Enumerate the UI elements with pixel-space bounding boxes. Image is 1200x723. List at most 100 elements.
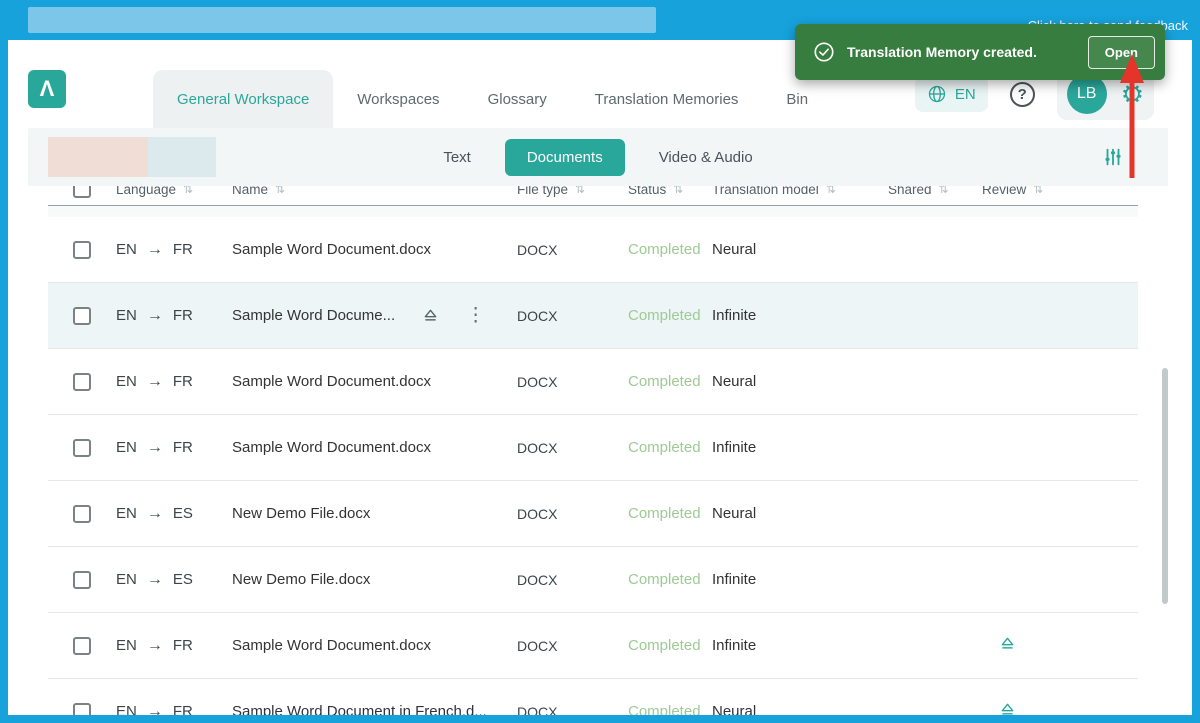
table-row[interactable]: EN → ES New Demo File.docx ⋮ DOCX Comple…: [48, 481, 1138, 547]
table-row[interactable]: EN → FR Sample Word Document in French.d…: [48, 679, 1138, 715]
target-language: ES: [173, 505, 193, 522]
toast-open-button[interactable]: Open: [1088, 36, 1155, 69]
name-cell: Sample Word Document.docx ⋮: [232, 637, 517, 654]
app-logo: Λ: [28, 70, 66, 108]
content-tab-label: Text: [443, 149, 471, 166]
row-checkbox[interactable]: [73, 703, 91, 716]
table-row[interactable]: EN → FR Sample Word Document.docx ⋮ DOCX…: [48, 217, 1138, 283]
row-checkbox[interactable]: [73, 241, 91, 259]
file-type: DOCX: [517, 704, 628, 716]
table-row[interactable]: EN → FR Sample Word Document.docx ⋮ DOCX…: [48, 349, 1138, 415]
user-avatar[interactable]: LB: [1067, 74, 1107, 114]
scrollbar-thumb[interactable]: [1162, 368, 1168, 604]
sort-icon[interactable]: ⇅: [673, 186, 683, 196]
column-header-label: Language: [116, 186, 176, 197]
name-cell: Sample Word Docume... ⋮: [232, 306, 517, 325]
column-header-status[interactable]: Status ⇅: [628, 186, 712, 197]
document-name: Sample Word Document.docx: [232, 439, 431, 456]
select-all-checkbox[interactable]: [73, 186, 91, 198]
globe-icon: [927, 84, 947, 104]
redacted-block: [148, 137, 216, 177]
sort-icon[interactable]: ⇅: [1033, 186, 1043, 196]
translation-model: Neural: [712, 505, 888, 522]
content-tab-label: Documents: [527, 149, 603, 166]
translation-model: Infinite: [712, 439, 888, 456]
table-row[interactable]: EN → FR Sample Word Docume... ⋮ DOCX Com…: [48, 283, 1138, 349]
sort-icon[interactable]: ⇅: [826, 186, 836, 196]
row-checkbox[interactable]: [73, 637, 91, 655]
toast-message: Translation Memory created.: [847, 44, 1088, 60]
content-tab-documents[interactable]: Documents: [505, 139, 625, 176]
column-header-shared[interactable]: Shared ⇅: [888, 186, 982, 197]
source-language: EN: [116, 505, 137, 522]
table-row[interactable]: EN → ES New Demo File.docx ⋮ DOCX Comple…: [48, 547, 1138, 613]
row-checkbox[interactable]: [73, 307, 91, 325]
column-header-name[interactable]: Name ⇅: [232, 186, 517, 197]
language-selector[interactable]: EN: [915, 76, 988, 112]
review-translation-icon[interactable]: [998, 700, 1017, 716]
source-language: EN: [116, 571, 137, 588]
translation-model: Infinite: [712, 307, 888, 324]
help-button[interactable]: ?: [1010, 82, 1035, 107]
arrow-right-icon: →: [147, 307, 163, 325]
sort-icon[interactable]: ⇅: [939, 186, 949, 196]
row-checkbox[interactable]: [73, 571, 91, 589]
nav-tab-workspaces[interactable]: Workspaces: [333, 70, 463, 128]
file-type: DOCX: [517, 638, 628, 654]
status-badge: Completed: [628, 307, 712, 324]
settings-gear-icon[interactable]: ⚙: [1121, 81, 1144, 107]
source-language: EN: [116, 241, 137, 258]
nav-tab-glossary[interactable]: Glossary: [464, 70, 571, 128]
source-language: EN: [116, 703, 137, 715]
target-language: FR: [173, 703, 193, 715]
review-translation-icon[interactable]: [998, 634, 1017, 653]
row-checkbox-cell: [48, 703, 116, 716]
file-type: DOCX: [517, 374, 628, 390]
row-checkbox-cell: [48, 637, 116, 655]
source-language: EN: [116, 307, 137, 324]
column-header-review[interactable]: Review ⇅: [982, 186, 1138, 197]
table-row[interactable]: EN → FR Sample Word Document.docx ⋮ DOCX…: [48, 415, 1138, 481]
column-header-translation-model[interactable]: Translation model ⇅: [712, 186, 888, 197]
check-circle-icon: [813, 41, 835, 63]
column-header-file-type[interactable]: File type ⇅: [517, 186, 628, 197]
column-header-label: Name: [232, 186, 268, 197]
status-badge: Completed: [628, 373, 712, 390]
status-badge: Completed: [628, 241, 712, 258]
source-language: EN: [116, 439, 137, 456]
sort-icon[interactable]: ⇅: [275, 186, 285, 196]
target-language: FR: [173, 637, 193, 654]
name-cell: Sample Word Document in French.d... ⋮: [232, 703, 517, 715]
review-cell: [982, 700, 1138, 716]
download-translation-icon[interactable]: [421, 306, 440, 325]
name-cell: Sample Word Document.docx ⋮: [232, 373, 517, 390]
content-tab-text[interactable]: Text: [421, 139, 493, 176]
content-tab-video-audio[interactable]: Video & Audio: [637, 139, 775, 176]
table-row[interactable]: EN → FR Sample Word Document.docx ⋮ DOCX…: [48, 613, 1138, 679]
arrow-right-icon: →: [147, 571, 163, 589]
header-checkbox-cell: [48, 186, 116, 198]
column-header-label: Review: [982, 186, 1026, 197]
nav-tab-general-workspace[interactable]: General Workspace: [153, 70, 333, 128]
language-cell: EN → FR: [116, 439, 232, 457]
language-cell: EN → FR: [116, 373, 232, 391]
sort-icon[interactable]: ⇅: [183, 186, 193, 196]
arrow-right-icon: →: [147, 373, 163, 391]
table-body: EN → FR Sample Word Document.docx ⋮ DOCX…: [48, 217, 1138, 715]
nav-tabs: General Workspace Workspaces Glossary Tr…: [153, 70, 832, 128]
source-language: EN: [116, 637, 137, 654]
column-header-language[interactable]: Language ⇅: [116, 186, 232, 197]
redacted-workspace-name: [48, 137, 216, 177]
row-checkbox[interactable]: [73, 505, 91, 523]
document-name: Sample Word Document.docx: [232, 241, 431, 258]
translation-model: Neural: [712, 241, 888, 258]
row-checkbox[interactable]: [73, 373, 91, 391]
nav-tab-translation-memories[interactable]: Translation Memories: [571, 70, 763, 128]
kebab-menu-icon[interactable]: ⋮: [466, 306, 485, 325]
sort-icon[interactable]: ⇅: [575, 186, 585, 196]
nav-tab-label: Glossary: [488, 91, 547, 108]
document-name: New Demo File.docx: [232, 505, 370, 522]
filter-settings-icon[interactable]: [1102, 146, 1124, 173]
name-cell: Sample Word Document.docx ⋮: [232, 439, 517, 456]
row-checkbox[interactable]: [73, 439, 91, 457]
